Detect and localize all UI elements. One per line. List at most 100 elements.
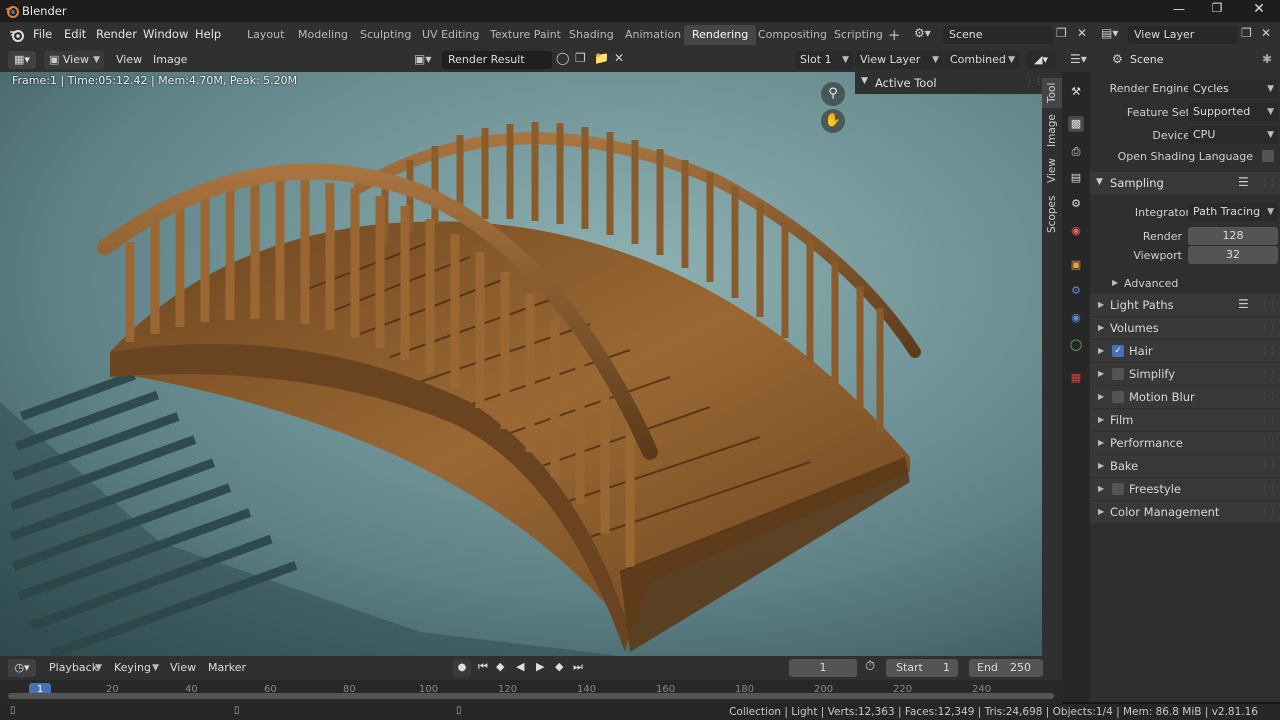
menu-view[interactable]: View <box>170 661 196 674</box>
freestyle-checkbox[interactable] <box>1112 483 1124 495</box>
image-browse-icon[interactable]: ▣▾ <box>414 52 431 66</box>
film-panel[interactable]: ▶ Film ⋮⋮ <box>1090 409 1280 431</box>
advanced-expand-icon[interactable]: ▶ <box>1112 278 1118 287</box>
fake-user-shield-icon[interactable]: ◯ <box>556 51 569 65</box>
maximize-button[interactable]: ❐ <box>1206 1 1228 15</box>
jump-end-icon[interactable]: ⏭ <box>573 660 583 674</box>
render-viewport[interactable]: Frame:1 | Time:05:12.42 | Mem:4.70M, Pea… <box>0 72 1042 656</box>
scene-properties-icon[interactable]: ⚙ <box>1068 196 1084 212</box>
drag-grip-icon[interactable]: ⋮⋮ <box>1025 77 1042 87</box>
slot-dropdown[interactable]: Slot 1 ▼ <box>795 51 853 69</box>
scene-name-field[interactable]: Scene <box>943 26 1053 44</box>
menu-image[interactable]: Image <box>153 53 187 66</box>
tab-texture-paint[interactable]: Texture Paint <box>482 25 569 45</box>
render-engine-dropdown[interactable]: Cycles ▼ <box>1188 80 1278 98</box>
playback-menu[interactable]: Playback ▼ <box>44 659 106 677</box>
color-management-panel[interactable]: ▶ Color Management ⋮⋮ <box>1090 501 1280 523</box>
pan-hand-icon[interactable]: ✋ <box>821 109 845 133</box>
active-tool-title[interactable]: Active Tool <box>875 76 937 90</box>
simplify-panel[interactable]: ▶ Simplify ⋮⋮ <box>1090 363 1280 385</box>
feature-set-dropdown[interactable]: Supported ▼ <box>1188 103 1278 121</box>
menu-marker[interactable]: Marker <box>208 661 246 674</box>
drag-grip-icon[interactable]: ⋮⋮ <box>1260 346 1277 356</box>
play-icon[interactable]: ▶ <box>536 660 544 673</box>
end-frame-field[interactable]: End 250 <box>969 659 1043 677</box>
presets-list-icon[interactable]: ☰ <box>1238 175 1249 189</box>
render-samples-field[interactable]: 128 <box>1188 227 1278 245</box>
tab-scopes[interactable]: Scopes <box>1042 192 1062 236</box>
constraint-properties-icon[interactable]: ◯ <box>1068 337 1084 353</box>
next-keyframe-icon[interactable]: ◆ <box>555 660 563 673</box>
sampling-panel-header[interactable]: ▼ Sampling ☰ ⋮⋮ <box>1090 172 1280 194</box>
play-reverse-icon[interactable]: ◀ <box>516 660 524 673</box>
output-properties-icon[interactable]: ⎙ <box>1068 144 1084 160</box>
drag-grip-icon[interactable]: ⋮⋮ <box>1260 369 1277 379</box>
current-frame-field[interactable]: 1 <box>789 659 857 677</box>
tab-animation[interactable]: Animation <box>617 25 689 45</box>
display-channels-icon[interactable]: ◢▾ <box>1026 51 1056 69</box>
new-view-layer-icon[interactable]: ❐ <box>1241 26 1252 40</box>
advanced-subpanel[interactable]: Advanced <box>1124 277 1178 290</box>
texture-properties-icon[interactable]: ▦ <box>1068 370 1084 386</box>
keying-menu[interactable]: Keying ▼ <box>109 659 163 677</box>
tab-view[interactable]: View <box>1042 156 1062 186</box>
zoom-icon[interactable]: ⚲ <box>821 82 845 106</box>
tab-compositing[interactable]: Compositing <box>750 25 835 45</box>
physics-properties-icon[interactable]: ◉ <box>1068 310 1084 326</box>
delete-scene-icon[interactable]: ✕ <box>1077 26 1087 40</box>
motion-blur-panel[interactable]: ▶ Motion Blur ⋮⋮ <box>1090 386 1280 408</box>
delete-view-layer-icon[interactable]: ✕ <box>1261 26 1271 40</box>
drag-grip-icon[interactable]: ⋮⋮ <box>1260 438 1277 448</box>
panel-collapse-icon[interactable]: ▼ <box>861 76 868 86</box>
device-dropdown[interactable]: CPU ▼ <box>1188 126 1278 144</box>
motion-blur-checkbox[interactable] <box>1112 391 1124 403</box>
pin-icon[interactable]: ✱ <box>1262 52 1272 66</box>
open-image-folder-icon[interactable]: 📁 <box>594 51 609 65</box>
volumes-panel[interactable]: ▶ Volumes ⋮⋮ <box>1090 317 1280 339</box>
drag-grip-icon[interactable]: ⋮⋮ <box>1260 484 1277 494</box>
add-workspace-icon[interactable]: + <box>888 26 901 44</box>
render-layer-dropdown[interactable]: View Layer ▼ <box>855 51 943 69</box>
tab-shading[interactable]: Shading <box>561 25 622 45</box>
menu-window[interactable]: Window <box>143 27 188 41</box>
viewport-samples-field[interactable]: 32 <box>1188 246 1278 264</box>
drag-grip-icon[interactable]: ⋮⋮ <box>1260 415 1277 425</box>
tab-image[interactable]: Image <box>1042 112 1062 150</box>
simplify-checkbox[interactable] <box>1112 368 1124 380</box>
close-button[interactable]: ✕ <box>1248 1 1270 17</box>
new-image-icon[interactable]: ❐ <box>575 51 586 65</box>
prev-keyframe-icon[interactable]: ◆ <box>496 660 504 673</box>
hair-checkbox[interactable]: ✓ <box>1112 345 1124 357</box>
tool-settings-icon[interactable]: ⚒ <box>1068 84 1084 100</box>
hair-panel[interactable]: ▶ ✓ Hair ⋮⋮ <box>1090 340 1280 362</box>
editor-type-icon[interactable]: ▦▾ <box>8 51 36 69</box>
bake-panel[interactable]: ▶ Bake ⋮⋮ <box>1090 455 1280 477</box>
integrator-dropdown[interactable]: Path Tracing ▼ <box>1188 203 1278 221</box>
drag-grip-icon[interactable]: ⋮⋮ <box>1260 178 1277 188</box>
modifier-properties-icon[interactable]: ⚙ <box>1068 283 1084 299</box>
drag-grip-icon[interactable]: ⋮⋮ <box>1260 323 1277 333</box>
tab-uv-editing[interactable]: UV Editing <box>414 25 487 45</box>
timeline-editor-type-icon[interactable]: ◷▾ <box>8 659 36 677</box>
view-layer-properties-icon[interactable]: ▤ <box>1068 170 1084 186</box>
drag-grip-icon[interactable]: ⋮⋮ <box>1260 300 1277 310</box>
tab-layout[interactable]: Layout <box>239 25 292 45</box>
drag-grip-icon[interactable]: ⋮⋮ <box>1260 507 1277 517</box>
menu-help[interactable]: Help <box>195 27 221 41</box>
blender-menu-icon[interactable] <box>8 26 26 44</box>
view-layer-field[interactable]: View Layer <box>1128 26 1238 44</box>
menu-file[interactable]: File <box>33 27 52 41</box>
tab-rendering[interactable]: Rendering <box>684 25 757 45</box>
tab-tool[interactable]: Tool <box>1042 78 1062 108</box>
osl-checkbox[interactable] <box>1262 150 1274 162</box>
properties-editor-type-icon[interactable]: ☰▾ <box>1070 52 1087 66</box>
drag-grip-icon[interactable]: ⋮⋮ <box>1260 392 1277 402</box>
world-properties-icon[interactable]: ◉ <box>1068 223 1084 239</box>
minimize-button[interactable]: — <box>1168 2 1190 16</box>
performance-panel[interactable]: ▶ Performance ⋮⋮ <box>1090 432 1280 454</box>
tab-modeling[interactable]: Modeling <box>290 25 356 45</box>
tab-sculpting[interactable]: Sculpting <box>352 25 419 45</box>
render-pass-dropdown[interactable]: Combined ▼ <box>945 51 1019 69</box>
presets-list-icon[interactable]: ☰ <box>1238 297 1249 311</box>
start-frame-field[interactable]: Start 1 <box>886 659 958 677</box>
